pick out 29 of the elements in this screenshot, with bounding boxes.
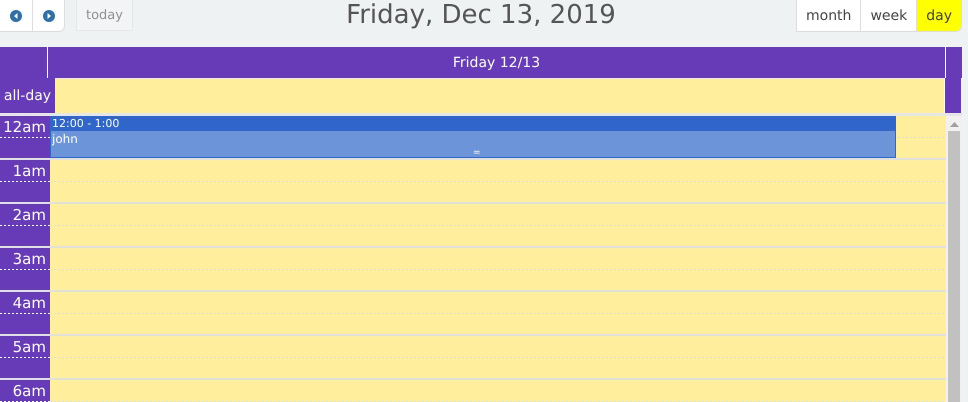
previous-icon	[10, 10, 22, 22]
time-slot[interactable]	[50, 336, 946, 380]
all-day-label: all-day	[0, 78, 55, 113]
time-label: 5am	[12, 337, 46, 358]
time-label: 12am	[3, 117, 46, 138]
scrollbar-thumb[interactable]	[948, 131, 960, 402]
event-time: 12:00 - 1:00	[51, 117, 895, 131]
time-label: 1am	[12, 161, 46, 182]
resize-handle[interactable]: =	[473, 149, 481, 157]
header-gutter	[0, 47, 48, 78]
view-tab[interactable]: month	[796, 0, 860, 31]
time-slot[interactable]	[50, 204, 946, 248]
all-day-cell[interactable]	[55, 78, 945, 113]
next-icon	[42, 10, 54, 22]
day-header: Friday 12/13	[48, 47, 946, 78]
time-slot[interactable]	[50, 248, 946, 292]
calendar-title: Friday, Dec 13, 2019	[346, 0, 616, 31]
header-filler	[946, 47, 962, 78]
all-day-filler	[945, 78, 961, 113]
time-label: 2am	[12, 205, 46, 226]
view-tab[interactable]: day	[916, 0, 961, 31]
time-label: 3am	[12, 249, 46, 270]
view-tab[interactable]: week	[860, 0, 916, 31]
time-label: 6am	[12, 381, 46, 402]
time-slot[interactable]	[50, 292, 946, 336]
event-title: john	[51, 131, 79, 147]
scroll-up-icon[interactable]	[950, 122, 958, 127]
time-slot[interactable]	[50, 160, 946, 204]
time-label: 4am	[12, 293, 46, 314]
